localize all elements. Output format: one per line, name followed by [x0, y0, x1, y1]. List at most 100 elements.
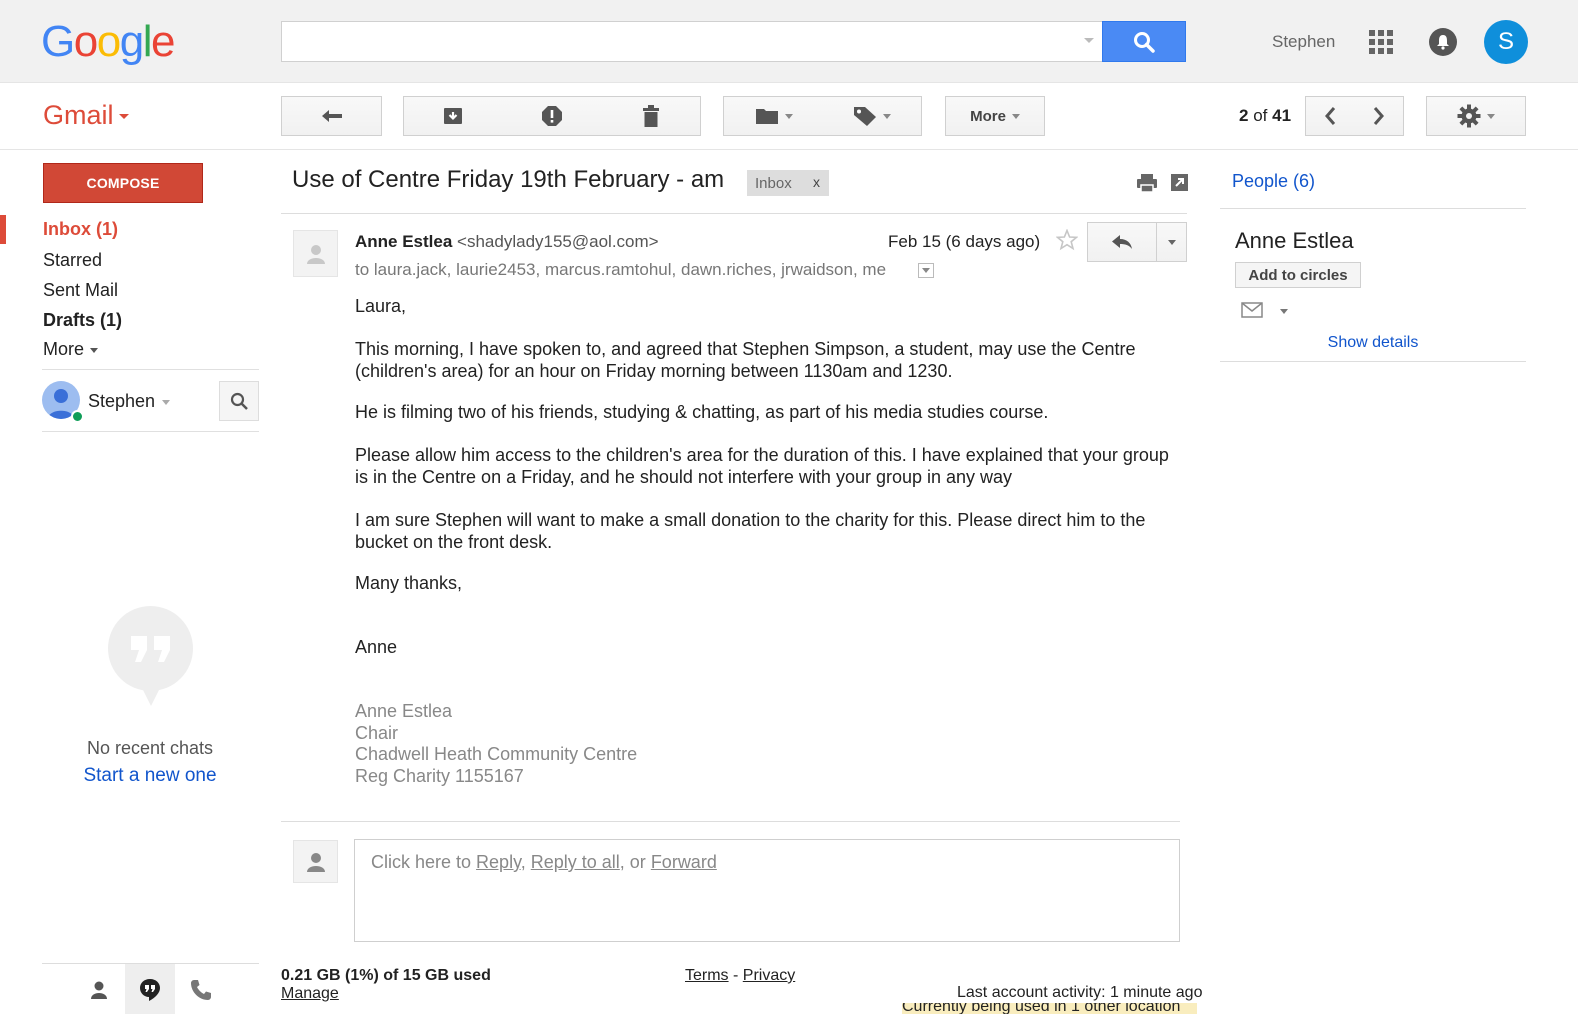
- new-window-icon[interactable]: [1170, 173, 1189, 195]
- google-logo[interactable]: Google: [41, 17, 175, 67]
- body-paragraph: This morning, I have spoken to, and agre…: [355, 339, 1136, 381]
- hangouts-tab[interactable]: [125, 964, 175, 1014]
- person-icon: [91, 981, 107, 999]
- signature-line: Chadwell Heath Community Centre: [355, 744, 638, 764]
- compose-button[interactable]: COMPOSE: [43, 163, 203, 203]
- newer-button[interactable]: [1305, 96, 1355, 136]
- archive-icon: [444, 108, 462, 124]
- gear-icon: [1457, 104, 1481, 128]
- back-arrow-icon: [321, 110, 342, 122]
- other-location-notice[interactable]: Currently being used in 1 other location: [902, 1003, 1197, 1014]
- hangouts-quote-icon: [108, 606, 193, 691]
- gmail-app-switcher[interactable]: Gmail: [43, 100, 114, 131]
- reply-link[interactable]: Reply: [476, 852, 521, 872]
- chevron-left-icon: [1325, 107, 1336, 125]
- reply-all-link[interactable]: Reply to all: [531, 852, 620, 872]
- divider: [281, 821, 1180, 822]
- sender-line: Anne Estlea <shadylady155@aol.com>: [355, 232, 659, 252]
- print-all-icon[interactable]: [1136, 173, 1158, 196]
- body-paragraph: Anne: [355, 637, 398, 657]
- start-new-chat-link[interactable]: Start a new one: [0, 765, 300, 787]
- envelope-icon[interactable]: [1241, 302, 1263, 321]
- account-avatar[interactable]: S: [1484, 20, 1528, 64]
- older-button[interactable]: [1354, 96, 1404, 136]
- show-details-link[interactable]: Show details: [1220, 334, 1526, 352]
- logo-letter: e: [150, 17, 175, 66]
- show-details-caret-icon[interactable]: [918, 263, 934, 278]
- hangouts-user-name[interactable]: Stephen: [88, 391, 155, 412]
- chat-bottom-tabs: [42, 963, 259, 1014]
- signature-line: Anne Estlea: [355, 701, 453, 721]
- logo-letter: l: [142, 17, 153, 66]
- sender-name[interactable]: Anne Estlea: [355, 232, 452, 251]
- delete-button[interactable]: [601, 96, 701, 136]
- hangouts-status-caret-icon[interactable]: [162, 400, 170, 405]
- logo-letter: g: [119, 17, 144, 66]
- remove-label-button[interactable]: x: [813, 174, 820, 190]
- my-avatar: [293, 840, 338, 883]
- logo-letter: o: [73, 17, 98, 66]
- divider: [281, 213, 1187, 214]
- signature-line: Reg Charity 1155167: [355, 765, 524, 786]
- more-actions-button[interactable]: More: [945, 96, 1045, 136]
- settings-caret-icon: [1487, 113, 1495, 119]
- people-widget-link[interactable]: People (6): [1232, 171, 1315, 192]
- footer-dash: -: [728, 967, 743, 984]
- apps-grid-icon[interactable]: [1369, 30, 1393, 54]
- manage-storage-link[interactable]: Manage: [281, 985, 339, 1003]
- label-chip-text: Inbox: [755, 174, 792, 192]
- more-actions-caret-icon: [1011, 113, 1020, 119]
- archive-button[interactable]: [403, 96, 503, 136]
- inbox-label-chip[interactable]: Inbox x: [747, 170, 829, 196]
- hangouts-bubble-tail: [138, 680, 164, 706]
- reply-button[interactable]: [1087, 222, 1157, 262]
- recipients-line: to laura.jack, laurie2453, marcus.ramtoh…: [355, 260, 887, 279]
- nav-drafts[interactable]: Drafts (1): [43, 310, 122, 331]
- notifications-bell-icon[interactable]: [1429, 28, 1457, 56]
- search-icon: [230, 392, 248, 410]
- add-to-circles-button[interactable]: Add to circles: [1235, 262, 1361, 288]
- search-options-caret-icon[interactable]: [1084, 38, 1094, 43]
- settings-button[interactable]: [1426, 96, 1526, 136]
- hangouts-icon: [140, 978, 160, 1001]
- sender-avatar[interactable]: [293, 230, 338, 277]
- contacts-tab[interactable]: [74, 964, 124, 1014]
- move-to-caret-icon: [784, 113, 793, 119]
- labels-caret-icon: [883, 113, 891, 119]
- last-account-activity: Last account activity: 1 minute ago: [957, 984, 1203, 1001]
- nav-more[interactable]: More: [43, 339, 99, 360]
- contact-actions-caret-icon[interactable]: [1280, 309, 1288, 314]
- labels-button[interactable]: [823, 96, 922, 136]
- body-paragraph: Please allow him access to the children'…: [355, 445, 1169, 487]
- terms-link[interactable]: Terms: [685, 967, 729, 984]
- star-icon[interactable]: [1055, 228, 1079, 254]
- message-subject: Use of Centre Friday 19th February - am: [292, 166, 725, 193]
- privacy-link[interactable]: Privacy: [743, 967, 795, 984]
- back-to-inbox-button[interactable]: [281, 96, 382, 136]
- reply-options-button[interactable]: [1156, 222, 1187, 262]
- logo-letter: o: [96, 17, 121, 66]
- reply-options-caret-icon: [1167, 239, 1176, 245]
- move-to-button[interactable]: [723, 96, 824, 136]
- body-paragraph: Many thanks,: [355, 573, 463, 593]
- online-status-icon: [71, 410, 84, 423]
- hangouts-search-button[interactable]: [219, 381, 259, 421]
- search-button[interactable]: [1102, 21, 1186, 62]
- active-folder-indicator: [0, 215, 6, 244]
- app-switcher-caret-icon[interactable]: [119, 114, 129, 119]
- nav-inbox[interactable]: Inbox (1): [43, 219, 118, 240]
- reply-sep: , or: [619, 852, 651, 872]
- account-name[interactable]: Stephen: [1272, 32, 1335, 52]
- reply-icon: [1112, 235, 1132, 249]
- folder-icon: [755, 109, 778, 124]
- signature-line: Chair: [355, 722, 399, 743]
- nav-sent-mail[interactable]: Sent Mail: [43, 280, 118, 301]
- report-spam-button[interactable]: [502, 96, 602, 136]
- quick-reply-box[interactable]: Click here to Reply, Reply to all, or Fo…: [354, 839, 1180, 942]
- phone-tab[interactable]: [176, 964, 226, 1014]
- search-input[interactable]: [281, 21, 1103, 62]
- reply-sep: ,: [520, 852, 531, 872]
- no-recent-chats-text: No recent chats: [86, 738, 214, 758]
- forward-link[interactable]: Forward: [651, 852, 717, 872]
- nav-starred[interactable]: Starred: [43, 250, 102, 271]
